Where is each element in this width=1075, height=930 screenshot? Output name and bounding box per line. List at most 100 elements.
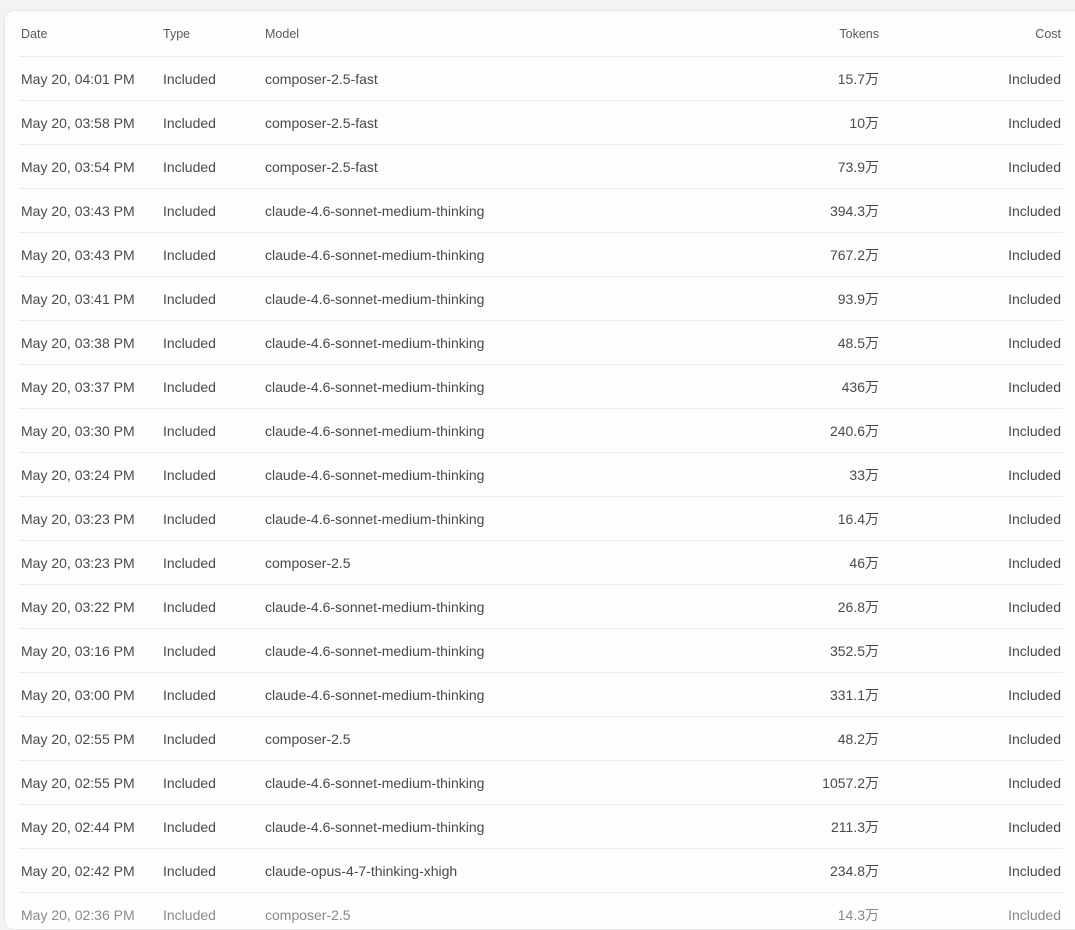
cell-tokens: 73.9万	[837, 158, 879, 175]
cell-model: claude-4.6-sonnet-medium-thinking	[265, 466, 485, 483]
cell-tokens: 46万	[849, 554, 879, 571]
cell-model: claude-4.6-sonnet-medium-thinking	[265, 334, 485, 351]
cell-cost: Included	[1008, 862, 1061, 879]
table-row: May 20, 03:37 PM Included claude-4.6-sonne…	[19, 365, 1063, 409]
table-row: May 20, 02:44 PM Included claude-4.6-sonne…	[19, 805, 1063, 849]
cell-model: claude-4.6-sonnet-medium-thinking	[265, 378, 485, 395]
table-row: May 20, 03:41 PM Included claude-4.6-sonne…	[19, 277, 1063, 321]
cell-model: claude-4.6-sonnet-medium-thinking	[265, 290, 485, 307]
cell-tokens: 10万	[849, 114, 879, 131]
cell-model: claude-4.6-sonnet-medium-thinking	[265, 598, 485, 615]
cell-date: May 20, 02:42 PM	[21, 862, 135, 879]
cell-type: Included	[163, 510, 216, 527]
cell-tokens: 767.2万	[829, 246, 879, 263]
cell-date: May 20, 02:55 PM	[21, 774, 135, 791]
table-row: May 20, 03:54 PM Included composer-2.5-fas…	[19, 145, 1063, 189]
usage-panel: Date Type Model Tokens Cost May 20, 04:0…	[4, 10, 1075, 930]
cell-model: composer-2.5	[265, 730, 351, 747]
table-row: May 20, 02:42 PM Included claude-opus-4-7-…	[19, 849, 1063, 893]
cell-tokens: 26.8万	[837, 598, 879, 615]
cell-model: claude-4.6-sonnet-medium-thinking	[265, 686, 485, 703]
cell-tokens: 48.5万	[837, 334, 879, 351]
cell-date: May 20, 04:01 PM	[21, 70, 135, 87]
cell-model: claude-4.6-sonnet-medium-thinking	[265, 422, 485, 439]
cell-type: Included	[163, 906, 216, 923]
cell-model: claude-4.6-sonnet-medium-thinking	[265, 202, 485, 219]
cell-cost: Included	[1008, 466, 1061, 483]
cell-date: May 20, 03:54 PM	[21, 158, 135, 175]
cell-date: May 20, 03:23 PM	[21, 554, 135, 571]
cell-date: May 20, 03:43 PM	[21, 246, 135, 263]
table-row: May 20, 03:16 PM Included claude-4.6-sonne…	[19, 629, 1063, 673]
cell-tokens: 211.3万	[831, 818, 879, 835]
cell-cost: Included	[1008, 642, 1061, 659]
cell-type: Included	[163, 290, 216, 307]
cell-type: Included	[163, 378, 216, 395]
cell-cost: Included	[1008, 906, 1061, 923]
table-row: May 20, 03:38 PM Included claude-4.6-sonne…	[19, 321, 1063, 365]
table-row: May 20, 03:30 PM Included claude-4.6-sonne…	[19, 409, 1063, 453]
cell-cost: Included	[1008, 202, 1061, 219]
table-header: Date Type Model Tokens Cost	[19, 11, 1063, 57]
cell-type: Included	[163, 466, 216, 483]
cell-tokens: 93.9万	[837, 290, 879, 307]
cell-cost: Included	[1008, 598, 1061, 615]
table-row: May 20, 03:00 PM Included claude-4.6-sonne…	[19, 673, 1063, 717]
table-row: May 20, 02:55 PM Included claude-4.6-sonne…	[19, 761, 1063, 805]
cell-cost: Included	[1008, 158, 1061, 175]
cell-cost: Included	[1008, 334, 1061, 351]
cell-cost: Included	[1008, 554, 1061, 571]
cell-model: claude-4.6-sonnet-medium-thinking	[265, 818, 485, 835]
column-header-cost: Cost	[1035, 26, 1061, 41]
column-header-model: Model	[265, 26, 300, 41]
cell-type: Included	[163, 334, 216, 351]
cell-tokens: 33万	[849, 466, 879, 483]
cell-model: claude-opus-4-7-thinking-xhigh	[265, 862, 458, 879]
cell-cost: Included	[1008, 378, 1061, 395]
cell-model: claude-4.6-sonnet-medium-thinking	[265, 510, 485, 527]
column-header-tokens: Tokens	[839, 26, 879, 41]
table-row: May 20, 02:55 PM Included composer-2.5 48.2…	[19, 717, 1063, 761]
cell-type: Included	[163, 686, 216, 703]
table-row: May 20, 03:24 PM Included claude-4.6-sonne…	[19, 453, 1063, 497]
cell-cost: Included	[1008, 686, 1061, 703]
cell-type: Included	[163, 422, 216, 439]
cell-model: composer-2.5-fast	[265, 158, 378, 175]
cell-type: Included	[163, 818, 216, 835]
cell-type: Included	[163, 202, 216, 219]
cell-type: Included	[163, 246, 216, 263]
cell-date: May 20, 03:24 PM	[21, 466, 135, 483]
cell-model: composer-2.5	[265, 554, 351, 571]
cell-cost: Included	[1008, 730, 1061, 747]
cell-type: Included	[163, 114, 216, 131]
cell-cost: Included	[1008, 290, 1061, 307]
cell-tokens: 331.1万	[829, 686, 879, 703]
cell-date: May 20, 03:58 PM	[21, 114, 135, 131]
table-row: May 20, 03:58 PM Included composer-2.5-fas…	[19, 101, 1063, 145]
cell-type: Included	[163, 642, 216, 659]
cell-model: claude-4.6-sonnet-medium-thinking	[265, 642, 485, 659]
cell-tokens: 14.3万	[837, 906, 879, 923]
cell-tokens: 16.4万	[837, 510, 879, 527]
table-row: May 20, 04:01 PM Included composer-2.5-fas…	[19, 57, 1063, 101]
cell-date: May 20, 03:22 PM	[21, 598, 135, 615]
cell-date: May 20, 03:16 PM	[21, 642, 135, 659]
cell-date: May 20, 02:55 PM	[21, 730, 135, 747]
table-row: May 20, 03:43 PM Included claude-4.6-sonne…	[19, 233, 1063, 277]
cell-tokens: 394.3万	[829, 202, 879, 219]
table-row: May 20, 03:23 PM Included composer-2.5 46万 I…	[19, 541, 1063, 585]
cell-cost: Included	[1008, 246, 1061, 263]
cell-type: Included	[163, 70, 216, 87]
cell-date: May 20, 03:30 PM	[21, 422, 135, 439]
table-row: May 20, 03:23 PM Included claude-4.6-sonne…	[19, 497, 1063, 541]
cell-tokens: 352.5万	[829, 642, 879, 659]
cell-tokens: 240.6万	[829, 422, 879, 439]
cell-type: Included	[163, 554, 216, 571]
cell-date: May 20, 03:41 PM	[21, 290, 135, 307]
column-header-date: Date	[21, 26, 48, 41]
cell-type: Included	[163, 598, 216, 615]
table-row: May 20, 02:36 PM Included composer-2.5 14.3…	[19, 893, 1063, 929]
table-body: May 20, 04:01 PM Included composer-2.5-fas…	[19, 57, 1063, 929]
cell-type: Included	[163, 774, 216, 791]
cell-date: May 20, 03:23 PM	[21, 510, 135, 527]
